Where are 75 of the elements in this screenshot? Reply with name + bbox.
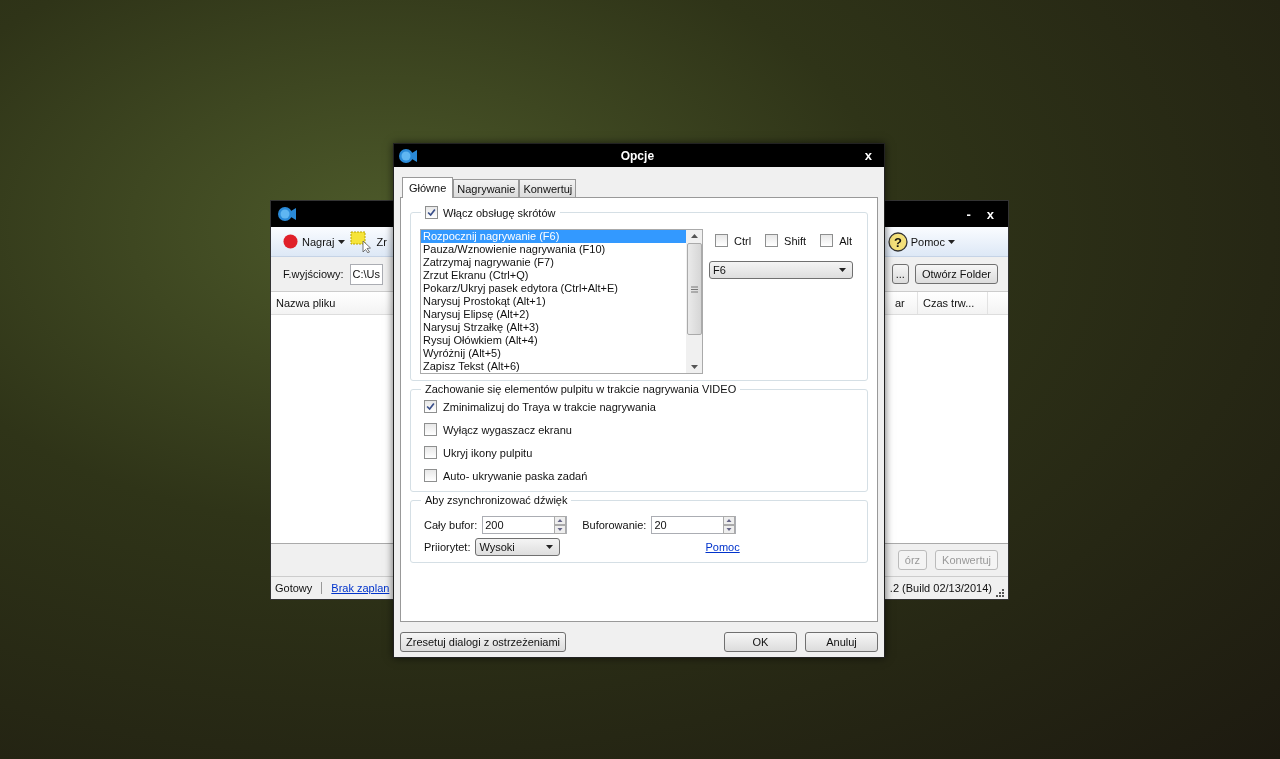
selection-cursor-icon xyxy=(350,230,373,253)
tab[interactable]: Główne xyxy=(402,177,454,198)
help-menu[interactable]: Pomoc xyxy=(910,235,945,248)
status-text: Gotowy xyxy=(275,582,313,594)
list-item[interactable]: Pauza/Wznowienie nagrywania (F10) xyxy=(421,243,686,256)
priority-dropdown[interactable]: Wysoki xyxy=(475,538,561,556)
scroll-down-icon[interactable] xyxy=(690,365,698,369)
checkbox-label: Auto- ukrywanie paska zadań xyxy=(443,469,588,482)
checkbox-label: Zminimalizuj do Traya w trakcie nagrywania xyxy=(443,400,656,413)
checkbox[interactable] xyxy=(424,446,437,459)
region-menu[interactable]: Zr xyxy=(376,235,387,248)
window-control[interactable]: x xyxy=(978,206,1002,222)
list-item[interactable]: Narysuj Elipsę (Alt+2) xyxy=(421,308,686,321)
caret-icon xyxy=(839,268,846,272)
list-item[interactable]: Zapisz Tekst (Alt+6) xyxy=(421,360,686,373)
camera-icon xyxy=(398,147,418,164)
reset-warnings-button[interactable]: Zresetuj dialogi z ostrzeżeniami xyxy=(400,632,567,652)
number-field[interactable]: 20 xyxy=(651,516,737,534)
list-item[interactable]: Narysuj Prostokąt (Alt+1) xyxy=(421,295,686,308)
list-item[interactable]: Pokarz/Ukryj pasek edytora (Ctrl+Alt+E) xyxy=(421,282,686,295)
spinner-icon[interactable] xyxy=(554,516,567,534)
output-label: F.wyjściowy: xyxy=(283,268,344,280)
checkbox-label: Ukryj ikony pulpitu xyxy=(443,446,533,459)
grip-icon xyxy=(690,285,698,293)
field-label: Cały bufor: xyxy=(424,519,478,531)
group-title: Zachowanie się elementów pulpitu w trakcie nagrywania VIDEO xyxy=(425,383,737,395)
caret-icon xyxy=(338,239,346,244)
field-label: Priiorytet: xyxy=(424,541,471,553)
checkbox[interactable] xyxy=(820,234,834,247)
help-icon: ? xyxy=(887,231,908,252)
list-item[interactable]: Zrzut Ekranu (Ctrl+Q) xyxy=(421,269,686,282)
browse-button[interactable]: ... xyxy=(891,264,909,284)
caret-icon xyxy=(948,239,955,244)
cancel-button[interactable]: Anuluj xyxy=(805,632,878,652)
scroll-thumb[interactable] xyxy=(686,243,702,335)
tab[interactable]: Nagrywanie xyxy=(453,179,520,197)
checkbox[interactable] xyxy=(425,206,438,219)
number-field[interactable]: 200 xyxy=(482,516,568,534)
scrollbar[interactable] xyxy=(686,230,702,373)
window-title: Opcje xyxy=(619,148,656,163)
list-item[interactable]: Rysuj Ołówkiem (Alt+4) xyxy=(421,334,686,347)
group-title: Aby zsynchronizować dźwięk xyxy=(425,494,568,506)
checkbox-label: Shift xyxy=(784,234,807,247)
column-header[interactable]: Nazwa pliku xyxy=(271,292,341,314)
window-control[interactable]: - xyxy=(958,206,979,222)
checkbox-label: Ctrl xyxy=(734,234,752,247)
record-menu[interactable]: Nagraj xyxy=(302,235,335,248)
list-item[interactable]: Narysuj Strzałkę (Alt+3) xyxy=(421,321,686,334)
tab[interactable]: Konwertuj xyxy=(519,179,577,197)
list-item[interactable]: Zatrzymaj nagrywanie (F7) xyxy=(421,256,686,269)
checkbox[interactable] xyxy=(424,423,437,436)
checkbox[interactable] xyxy=(715,234,728,247)
checkbox[interactable] xyxy=(424,400,437,413)
record-icon xyxy=(283,234,298,249)
checkbox[interactable] xyxy=(765,234,779,247)
version-text: .2 (Build 02/13/2014) xyxy=(889,582,992,594)
field-label: Buforowanie: xyxy=(582,519,647,531)
column-header[interactable]: ar xyxy=(890,292,918,314)
output-path-field[interactable]: C:\Us xyxy=(349,263,383,285)
checkbox-label: Wyłącz wygaszacz ekranu xyxy=(443,423,572,436)
open-folder-button[interactable]: Otwórz Folder xyxy=(914,264,998,284)
scroll-up-icon[interactable] xyxy=(690,234,698,238)
spinner-icon[interactable] xyxy=(723,516,736,534)
checkbox-label: Alt xyxy=(839,234,852,247)
checkbox-label: Włącz obsługę skrótów xyxy=(443,206,556,219)
ok-button[interactable]: OK xyxy=(724,632,797,652)
checkbox[interactable] xyxy=(424,469,437,482)
list-item[interactable]: Wyróżnij (Alt+5) xyxy=(421,347,686,360)
schedule-link[interactable]: Brak zaplan xyxy=(331,582,390,594)
camera-icon xyxy=(277,206,297,222)
resize-grip-icon xyxy=(996,589,1004,597)
help-link[interactable]: Pomoc xyxy=(705,541,740,553)
close-button[interactable]: x xyxy=(856,148,880,163)
column-header[interactable]: Czas trw... xyxy=(918,292,988,314)
key-dropdown[interactable]: F6 xyxy=(709,261,853,279)
